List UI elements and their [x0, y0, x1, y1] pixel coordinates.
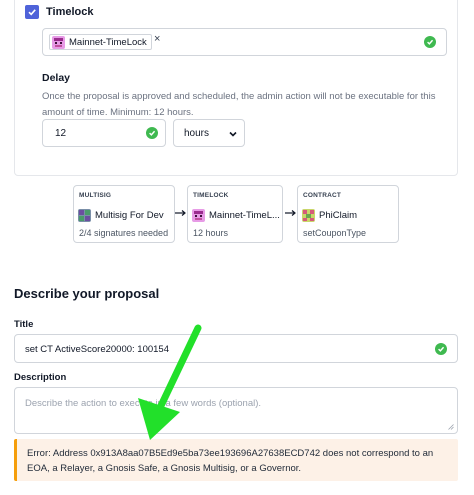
chip-label: Mainnet-TimeLock: [69, 36, 147, 48]
delay-help-text: Once the proposal is approved and schedu…: [42, 91, 436, 118]
timelock-avatar-icon: [52, 35, 65, 49]
flow-node-kind: CONTRACT: [303, 192, 342, 199]
flow-node-kind: MULTISIG: [79, 192, 112, 199]
flow-arrow-icon: [285, 210, 296, 216]
flow-arrow-icon: [175, 210, 186, 216]
resize-handle-icon[interactable]: [448, 424, 454, 430]
check-icon: [28, 9, 36, 16]
flow-node-contract: CONTRACT PhiClaim setCouponType: [297, 185, 399, 243]
timelock-label: Timelock: [46, 6, 94, 18]
timelock-select[interactable]: Mainnet-TimeLock ×: [42, 28, 447, 56]
flow-node-detail: 12 hours: [193, 228, 229, 238]
timelock-checkbox[interactable]: [25, 5, 39, 19]
flow-node-multisig: MULTISIG Multisig For Dev 2/4 signatures…: [73, 185, 175, 243]
flow-node-detail: setCouponType: [303, 228, 367, 238]
timelock-card: Timelock Mainnet-TimeLock × Delay Once t…: [14, 0, 458, 176]
valid-check-icon: [146, 127, 158, 139]
error-alert: Error: Address 0x913A8aa07B5Ed9e5ba73ee1…: [14, 439, 458, 481]
timelock-avatar-icon: [192, 208, 205, 222]
contract-avatar-icon: [302, 208, 315, 222]
delay-unit-value: hours: [184, 128, 210, 139]
multisig-avatar-icon: [78, 208, 91, 222]
delay-title: Delay: [42, 72, 71, 84]
timelock-toggle-row[interactable]: Timelock: [25, 5, 94, 19]
description-placeholder: Describe the action to execute in a few …: [25, 398, 262, 409]
title-value: set CT ActiveScore20000: 100154: [25, 344, 170, 355]
title-label: Title: [14, 319, 34, 330]
chip-remove-button[interactable]: ×: [154, 33, 160, 45]
valid-check-icon: [435, 343, 447, 355]
chevron-down-icon: [229, 131, 237, 137]
flow-node-timelock: TIMELOCK Mainnet-TimeL... 12 hours: [187, 185, 283, 243]
flow-node-detail: 2/4 signatures needed: [79, 228, 169, 238]
valid-check-icon: [424, 36, 436, 48]
error-message: Error: Address 0x913A8aa07B5Ed9e5ba73ee1…: [27, 448, 434, 474]
description-textarea[interactable]: Describe the action to execute in a few …: [14, 387, 458, 434]
title-input[interactable]: set CT ActiveScore20000: 100154: [14, 334, 458, 363]
flow-node-name: Multisig For Dev: [95, 209, 164, 221]
description-label: Description: [14, 372, 67, 383]
flow-node-name: PhiClaim: [319, 209, 358, 221]
delay-amount-input[interactable]: 12: [42, 119, 166, 147]
section-title: Describe your proposal: [14, 286, 160, 301]
delay-unit-select[interactable]: hours: [173, 119, 245, 147]
delay-amount-value: 12: [55, 128, 67, 139]
selected-timelock-chip: Mainnet-TimeLock: [49, 34, 152, 50]
flow-node-name: Mainnet-TimeL...: [209, 209, 280, 221]
flow-node-kind: TIMELOCK: [193, 192, 229, 199]
